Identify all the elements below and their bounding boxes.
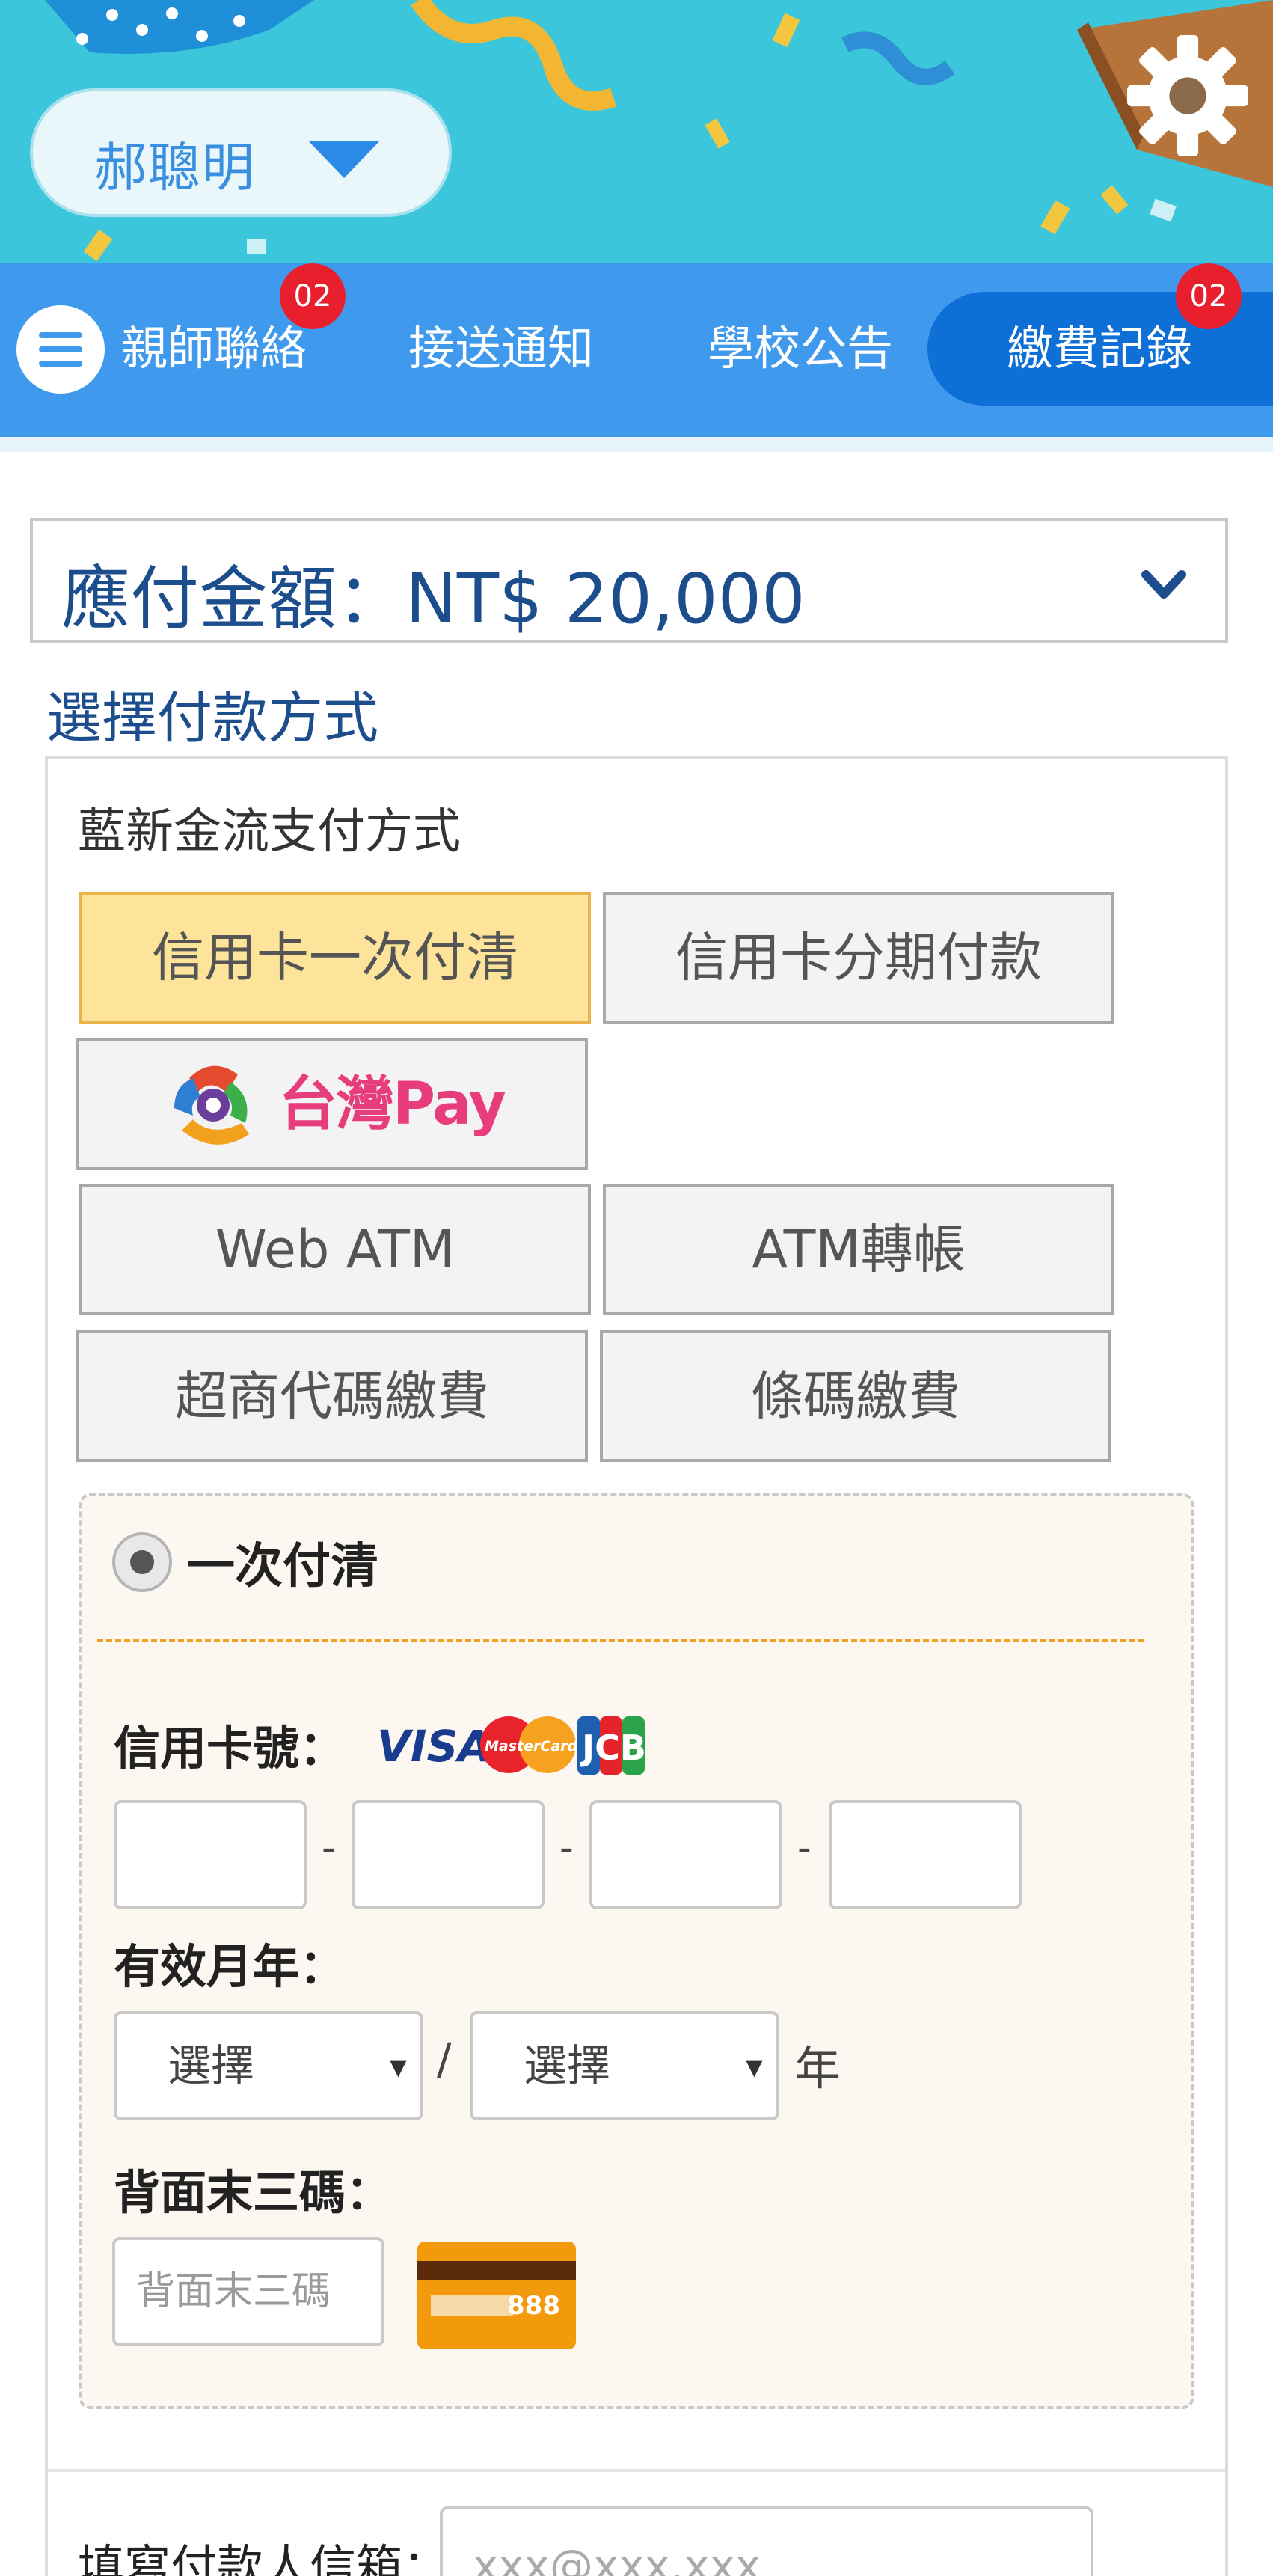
gear-icon[interactable] (1122, 30, 1254, 162)
method-credit-installment[interactable]: 信用卡分期付款 (603, 892, 1114, 1024)
method-atm-transfer[interactable]: ATM轉帳 (603, 1184, 1114, 1315)
expiry-separator: / (437, 2034, 452, 2084)
notification-badge: 02 (280, 263, 346, 329)
method-convenience-store[interactable]: 超商代碼繳費 (76, 1330, 588, 1462)
nav-item-payment-records[interactable]: 繳費記錄 (1007, 311, 1192, 386)
svg-text:MasterCard: MasterCard (485, 1738, 578, 1754)
svg-text:JCB: JCB (580, 1728, 646, 1768)
method-web-atm[interactable]: Web ATM (79, 1184, 591, 1315)
user-name: 郝聰明 (94, 137, 256, 198)
card-number-field-4[interactable] (829, 1800, 1022, 1909)
provider-title: 藍新金流支付方式 (78, 804, 461, 860)
year-unit: 年 (794, 2041, 841, 2096)
cvv-label: 背面末三碼： (114, 2165, 393, 2220)
card-number-field-1[interactable] (114, 1800, 307, 1909)
nav-item-parent-teacher[interactable]: 親師聯絡 (121, 311, 307, 386)
method-barcode[interactable]: 條碼繳費 (600, 1330, 1111, 1462)
svg-text:VISA: VISA (377, 1721, 491, 1772)
chevron-down-icon (1141, 570, 1186, 599)
option-label: 一次付清 (187, 1539, 378, 1594)
expiry-month-select[interactable]: 選擇 (114, 2011, 423, 2120)
option-radio[interactable] (112, 1532, 172, 1592)
separator: - (322, 1826, 336, 1870)
notification-badge: 02 (1176, 263, 1242, 329)
amount-dropdown[interactable]: 應付金額：NT$ 20,000 (30, 518, 1228, 643)
cvv-card-icon: 888 (417, 2242, 576, 2349)
divider (97, 1639, 1144, 1642)
email-label: 填寫付款人信箱： (78, 2539, 450, 2576)
menu-button[interactable] (16, 305, 105, 394)
card-number-label: 信用卡號： (114, 1721, 346, 1775)
section-title: 選擇付款方式 (46, 686, 378, 750)
nav-item-pickup[interactable]: 接送通知 (408, 311, 594, 386)
card-number-field-3[interactable] (589, 1800, 782, 1909)
cvv-input[interactable]: 背面末三碼 (112, 2237, 384, 2346)
taiwan-pay-logo-icon (174, 1065, 249, 1145)
section-divider (48, 2469, 1225, 2472)
header-banner: 郝聰明 (0, 0, 1273, 263)
email-field[interactable]: xxx@xxx.xxx (440, 2506, 1093, 2576)
user-selector[interactable]: 郝聰明 (30, 88, 452, 217)
amount-due: 應付金額：NT$ 20,000 (61, 559, 806, 639)
card-brands-icon: VISA MasterCard JCB (377, 1716, 646, 1775)
caret-down-icon (308, 141, 380, 178)
nav-shadow (0, 437, 1273, 452)
taiwan-pay-label: 台灣Pay (278, 1071, 506, 1138)
method-taiwan-pay[interactable]: 台灣Pay (76, 1038, 588, 1170)
expiry-year-select[interactable]: 選擇 (470, 2011, 779, 2120)
separator: - (559, 1826, 574, 1870)
top-nav: 親師聯絡 02 接送通知 學校公告 繳費記錄 02 (0, 263, 1273, 437)
method-credit-full[interactable]: 信用卡一次付清 (79, 892, 591, 1024)
nav-item-announcements[interactable]: 學校公告 (708, 311, 893, 386)
separator: - (797, 1826, 812, 1870)
card-number-field-2[interactable] (352, 1800, 545, 1909)
cvv-example: 888 (507, 2291, 560, 2321)
expiry-label: 有效月年： (114, 1939, 346, 1994)
